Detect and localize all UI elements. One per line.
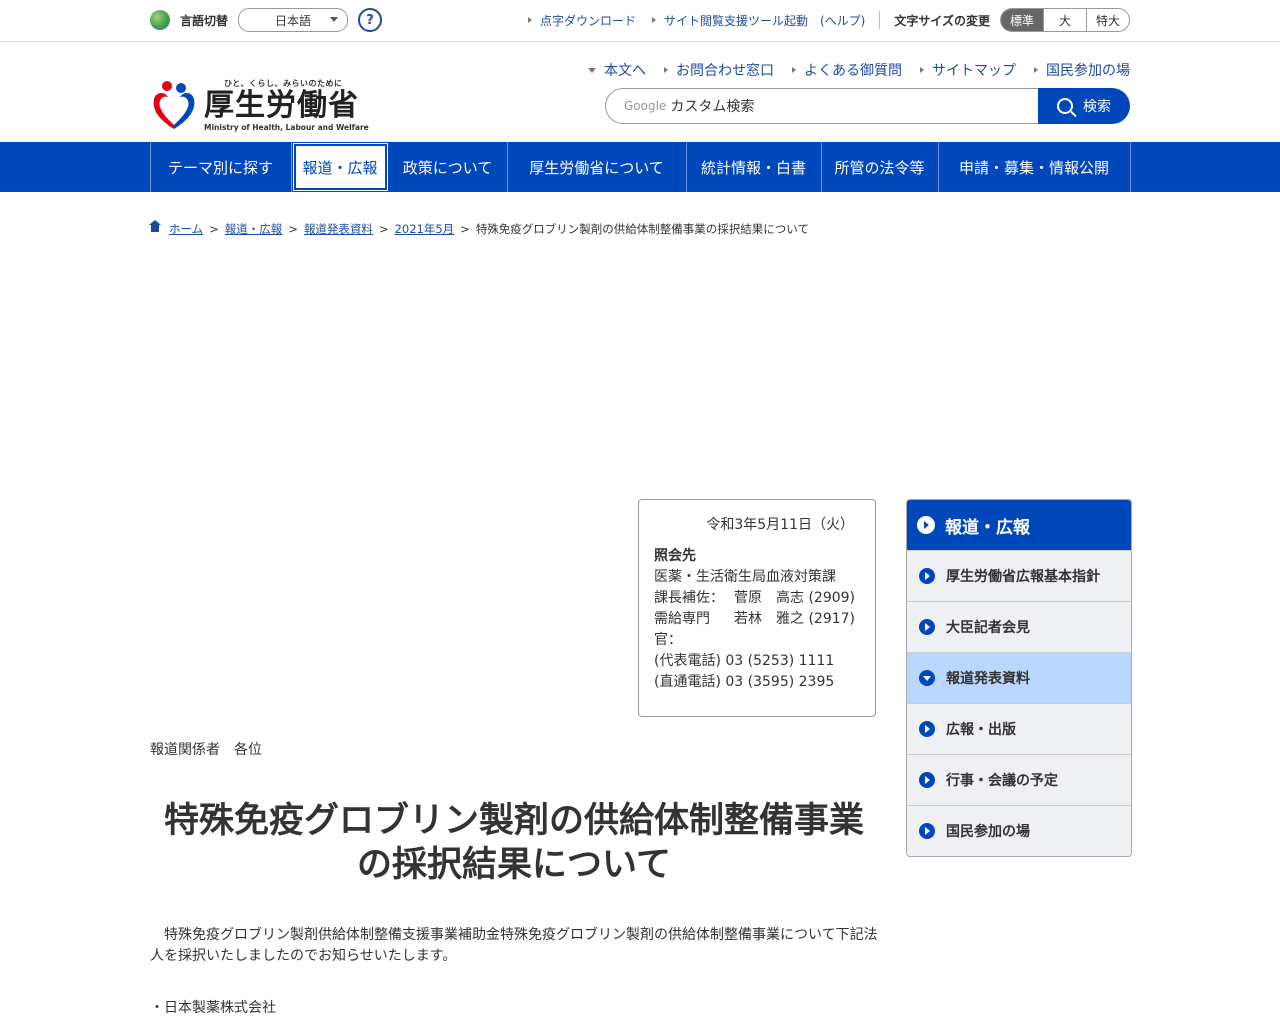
- phone-main: (代表電話) 03 (5253) 1111: [654, 653, 835, 669]
- arrow-right-icon: [919, 823, 935, 839]
- site-logo[interactable]: ひと、くらし、みらいのために 厚生労働省 Ministry of Health,…: [150, 78, 369, 132]
- breadcrumb-current: 特殊免疫グロブリン製剤の供給体制整備事業の採択結果について: [475, 222, 809, 236]
- site-header: ひと、くらし、みらいのために 厚生労働省 Ministry of Health,…: [0, 42, 1280, 142]
- breadcrumb-releases[interactable]: 報道発表資料: [304, 221, 373, 237]
- fontsize-xlarge-button[interactable]: 特大: [1086, 9, 1129, 31]
- lead-paragraph: 特殊免疫グロブリン製剤供給体制整備支援事業補助金特殊免疫グロブリン製剤の供給体制…: [150, 927, 878, 964]
- sitemap-link[interactable]: サイトマップ: [920, 60, 1016, 80]
- contact-box: 令和3年5月11日（火） 照会先 医薬・生活衛生局血液対策課 課長補佐： 菅原 …: [638, 499, 876, 717]
- gnav-about[interactable]: 厚生労働省について: [508, 142, 687, 192]
- logo-english: Ministry of Health, Labour and Welfare: [204, 123, 369, 132]
- arrow-right-icon: [919, 721, 935, 737]
- fontsize-standard-button[interactable]: 標準: [1001, 9, 1043, 31]
- mhlw-logo-icon: [153, 81, 195, 129]
- arrow-right-icon: [527, 17, 532, 23]
- arrow-right-icon: [664, 67, 668, 73]
- search-placeholder: カスタム検索: [670, 99, 755, 115]
- list-item: ・日本製薬株式会社: [150, 1000, 276, 1016]
- side-item-press-releases[interactable]: 報道発表資料: [907, 652, 1131, 703]
- help-button[interactable]: ?: [358, 8, 383, 32]
- accessibility-tool-link[interactable]: サイト閲覧支援ツール起動 (ヘルプ): [651, 12, 865, 29]
- site-search: Google カスタム検索 検索: [605, 88, 1130, 124]
- side-nav-heading[interactable]: 報道・広報: [907, 500, 1131, 550]
- fontsize-switcher: 標準 大 特大: [1000, 8, 1130, 32]
- breadcrumb-home[interactable]: ホーム: [169, 221, 203, 237]
- contact-heading: 照会先: [654, 548, 696, 564]
- gnav-theme[interactable]: テーマ別に探す: [151, 142, 292, 192]
- google-mark: Google: [624, 99, 667, 113]
- faq-link[interactable]: よくある御質問: [792, 60, 902, 80]
- arrow-right-icon: [919, 568, 935, 584]
- gnav-statistics[interactable]: 統計情報・白書: [687, 142, 822, 192]
- contact-link[interactable]: お問合わせ窓口: [664, 60, 774, 80]
- breadcrumb: ホーム > 報道・広報 > 報道発表資料 > 2021年5月 > 特殊免疫グロブ…: [149, 219, 1130, 237]
- utility-bar: 言語切替 日本語 ? 点字ダウンロード サイト閲覧支援ツール起動 (ヘルプ) 文…: [0, 0, 1280, 42]
- arrow-right-icon: [651, 17, 656, 23]
- arrow-right-icon: [1034, 67, 1038, 73]
- skip-to-content-link[interactable]: 本文へ: [588, 60, 646, 80]
- arrow-right-icon: [919, 619, 935, 635]
- contact-department: 医薬・生活衛生局血液対策課: [654, 569, 836, 585]
- side-item-pr-policy[interactable]: 厚生労働省広報基本指針: [907, 550, 1131, 601]
- header-links: 本文へ お問合わせ窓口 よくある御質問 サイトマップ 国民参加の場: [570, 60, 1130, 80]
- gnav-applications[interactable]: 申請・募集・情報公開: [939, 142, 1131, 192]
- arrow-right-icon: [919, 772, 935, 788]
- public-participation-link[interactable]: 国民参加の場: [1034, 60, 1130, 80]
- contact-row: 課長補佐： 菅原 高志 (2909): [654, 590, 856, 606]
- content-area: ホーム > 報道・広報 > 報道発表資料 > 2021年5月 > 特殊免疫グロブ…: [149, 219, 1132, 1016]
- search-button[interactable]: 検索: [1038, 88, 1130, 124]
- addressee: 報道関係者 各位: [150, 742, 262, 758]
- arrow-down-icon: [588, 67, 596, 73]
- side-item-public-participation[interactable]: 国民参加の場: [907, 805, 1131, 856]
- breadcrumb-month[interactable]: 2021年5月: [395, 221, 455, 237]
- language-switcher: 言語切替 日本語 ?: [150, 8, 383, 32]
- globe-icon: [150, 10, 170, 30]
- contact-row: 需給専門官： 若林 雅之 (2917): [654, 611, 856, 648]
- search-input[interactable]: Google カスタム検索: [605, 88, 1038, 124]
- language-select[interactable]: 日本語: [238, 8, 349, 32]
- language-selected: 日本語: [275, 13, 312, 28]
- release-date: 令和3年5月11日（火）: [706, 517, 854, 533]
- logo-name: 厚生労働省: [204, 88, 359, 123]
- arrow-right-icon: [920, 67, 924, 73]
- side-nav: 報道・広報 厚生労働省広報基本指針 大臣記者会見 報道発表資料 広報・出版 行事…: [906, 499, 1132, 857]
- arrow-down-icon: [919, 670, 935, 686]
- utility-links: 点字ダウンロード サイト閲覧支援ツール起動 (ヘルプ) 文字サイズの変更 標準 …: [512, 8, 1130, 32]
- side-item-publications[interactable]: 広報・出版: [907, 703, 1131, 754]
- breadcrumb-press[interactable]: 報道・広報: [225, 221, 283, 237]
- language-label: 言語切替: [180, 13, 229, 28]
- page-title: 特殊免疫グロブリン製剤の供給体制整備事業 の採択結果について: [163, 801, 864, 885]
- home-icon: [149, 219, 161, 234]
- chevron-down-icon: [330, 17, 339, 22]
- side-item-press-conference[interactable]: 大臣記者会見: [907, 601, 1131, 652]
- global-nav: テーマ別に探す 報道・広報 政策について 厚生労働省について 統計情報・白書 所…: [0, 142, 1280, 192]
- gnav-press[interactable]: 報道・広報: [293, 144, 387, 190]
- arrow-circle-icon: [917, 516, 935, 534]
- fontsize-label: 文字サイズの変更: [894, 13, 990, 28]
- gnav-laws[interactable]: 所管の法令等: [822, 142, 939, 192]
- side-item-events[interactable]: 行事・会議の予定: [907, 754, 1131, 805]
- gnav-policy[interactable]: 政策について: [389, 142, 508, 192]
- divider: [879, 11, 881, 29]
- search-icon: [1057, 98, 1073, 114]
- phone-direct: (直通電話) 03 (3595) 2395: [654, 674, 835, 690]
- arrow-right-icon: [792, 67, 796, 73]
- braille-download-link[interactable]: 点字ダウンロード: [527, 12, 636, 29]
- fontsize-large-button[interactable]: 大: [1043, 9, 1086, 31]
